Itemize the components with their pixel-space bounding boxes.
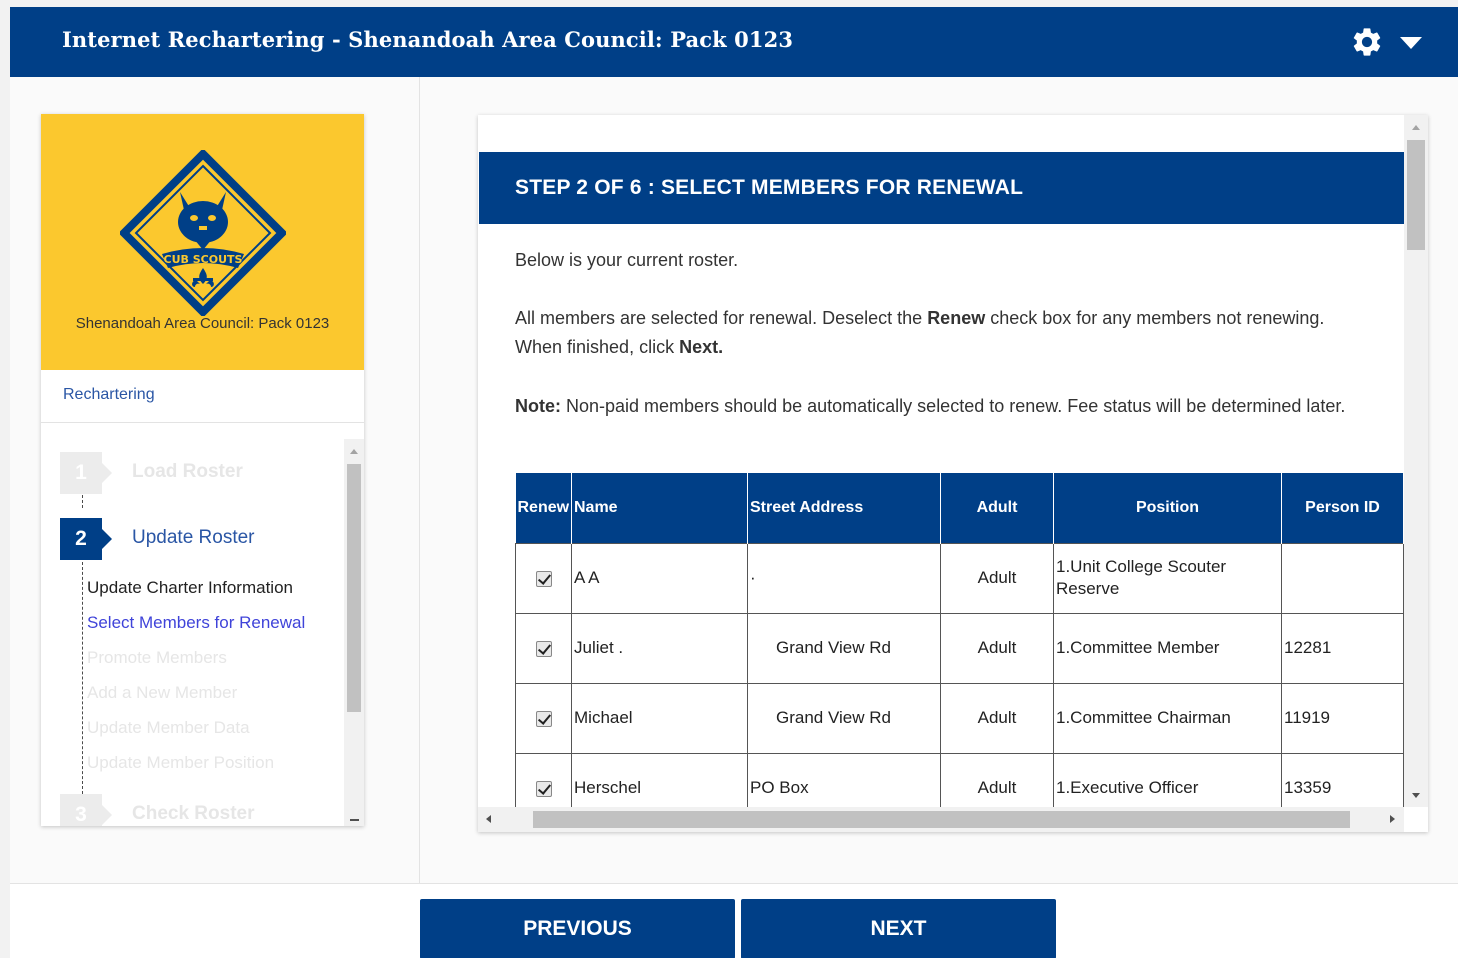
step-3-badge: 3	[60, 794, 112, 826]
table-header-row: Renew Name Street Address Adult Position…	[515, 473, 1404, 543]
gear-icon[interactable]	[1350, 25, 1384, 59]
sidebar-card: CUB SCOUTS Shenandoah Area Council: Pack…	[41, 114, 364, 826]
step-update-roster[interactable]: Update Roster	[132, 527, 255, 549]
scroll-thumb[interactable]	[347, 464, 361, 712]
caret-down-icon[interactable]	[1400, 37, 1422, 49]
svg-text:CUB SCOUTS: CUB SCOUTS	[164, 253, 243, 266]
step-connector	[82, 552, 83, 799]
recharter-app: Internet Rechartering - Shenandoah Area …	[10, 7, 1458, 958]
substep-select-members-for-renewal[interactable]: Select Members for Renewal	[87, 613, 305, 633]
scroll-thumb[interactable]	[1407, 140, 1425, 250]
address-cell: ·	[747, 542, 941, 614]
scroll-right-icon[interactable]	[1390, 815, 1395, 823]
table-row: Michael Grand View Rd Adult 1.Committee …	[515, 682, 1404, 754]
unit-banner: CUB SCOUTS Shenandoah Area Council: Pack…	[41, 114, 364, 370]
main-vertical-scrollbar[interactable]	[1404, 115, 1428, 807]
sidebar-scrollbar[interactable]	[344, 439, 364, 826]
step-header: STEP 2 OF 6 : SELECT MEMBERS FOR RENEWAL	[479, 152, 1404, 224]
scroll-down-icon[interactable]	[350, 819, 359, 821]
column-header-position[interactable]: Position	[1053, 473, 1282, 543]
position-cell: 1.Unit College Scouter Reserve	[1053, 542, 1282, 614]
main-content: STEP 2 OF 6 : SELECT MEMBERS FOR RENEWAL…	[478, 115, 1404, 807]
renew-cell	[515, 682, 572, 754]
intro-text: Below is your current roster.	[515, 250, 739, 270]
adult-cell: Adult	[940, 752, 1054, 807]
substep-promote-members: Promote Members	[87, 648, 227, 667]
column-header-street-address[interactable]: Street Address	[747, 473, 941, 543]
instruction-text: All members are selected for renewal. De…	[515, 308, 1325, 357]
renew-cell	[515, 542, 572, 614]
name-cell: Juliet .	[571, 612, 748, 684]
step-load-roster: Load Roster	[132, 461, 243, 482]
person-id-cell: 12281	[1281, 612, 1404, 684]
step-check-roster: Check Roster	[132, 803, 255, 824]
address-cell: Grand View Rd	[747, 612, 941, 684]
person-id-cell: 13359	[1281, 752, 1404, 807]
column-header-person-id[interactable]: Person ID	[1281, 473, 1404, 543]
app-title: Internet Rechartering - Shenandoah Area …	[62, 27, 794, 52]
scroll-left-icon[interactable]	[486, 815, 491, 823]
rechartering-link[interactable]: Rechartering	[63, 386, 155, 404]
step-title: STEP 2 OF 6 : SELECT MEMBERS FOR RENEWAL	[515, 176, 1024, 199]
roster-table: Renew Name Street Address Adult Position…	[515, 473, 1404, 807]
renew-cell	[515, 752, 572, 807]
renew-cell	[515, 612, 572, 684]
table-row: A A · Adult 1.Unit College Scouter Reser…	[515, 542, 1404, 614]
substep-update-member-position: Update Member Position	[87, 753, 275, 772]
step-list: 1 Load Roster 2 Update Roster Update Cha…	[41, 439, 344, 826]
step-2-badge: 2	[60, 518, 112, 560]
address-cell: PO Box	[747, 752, 941, 807]
table-row: Herschel PO Box Adult 1.Executive Office…	[515, 752, 1404, 807]
address-cell: Grand View Rd	[747, 682, 941, 754]
main-horizontal-scrollbar[interactable]	[478, 807, 1404, 832]
renew-checkbox[interactable]	[535, 570, 552, 587]
left-column: CUB SCOUTS Shenandoah Area Council: Pack…	[10, 77, 420, 883]
previous-button[interactable]: PREVIOUS	[420, 899, 735, 958]
renew-checkbox[interactable]	[535, 640, 552, 657]
cub-scouts-logo: CUB SCOUTS	[120, 150, 286, 316]
scroll-down-icon[interactable]	[1412, 793, 1420, 798]
adult-cell: Adult	[940, 682, 1054, 754]
footer-bar: PREVIOUS NEXT	[10, 883, 1458, 958]
top-bar: Internet Rechartering - Shenandoah Area …	[10, 7, 1458, 77]
next-button[interactable]: NEXT	[741, 899, 1056, 958]
position-cell: 1.Executive Officer	[1053, 752, 1282, 807]
position-cell: 1.Committee Chairman	[1053, 682, 1282, 754]
person-id-cell: 11919	[1281, 682, 1404, 754]
renew-checkbox[interactable]	[535, 780, 552, 797]
substep-update-charter-information[interactable]: Update Charter Information	[87, 578, 293, 598]
table-row: Juliet . Grand View Rd Adult 1.Committee…	[515, 612, 1404, 684]
name-cell: Michael	[571, 682, 748, 754]
main-card: STEP 2 OF 6 : SELECT MEMBERS FOR RENEWAL…	[478, 115, 1428, 832]
column-header-adult[interactable]: Adult	[940, 473, 1054, 543]
adult-cell: Adult	[940, 542, 1054, 614]
column-header-name[interactable]: Name	[571, 473, 748, 543]
step-1-badge: 1	[60, 452, 112, 494]
name-cell: A A	[571, 542, 748, 614]
adult-cell: Adult	[940, 612, 1054, 684]
renew-checkbox[interactable]	[535, 710, 552, 727]
name-cell: Herschel	[571, 752, 748, 807]
person-id-cell	[1281, 542, 1404, 614]
scroll-up-icon[interactable]	[1412, 125, 1420, 130]
divider	[41, 422, 364, 423]
scroll-thumb[interactable]	[533, 811, 1350, 828]
note-text: Note: Non-paid members should be automat…	[515, 396, 1346, 416]
substep-add-new-member: Add a New Member	[87, 683, 238, 702]
column-header-renew[interactable]: Renew	[515, 473, 572, 543]
position-cell: 1.Committee Member	[1053, 612, 1282, 684]
unit-name: Shenandoah Area Council: Pack 0123	[75, 315, 330, 332]
scroll-up-icon[interactable]	[350, 449, 358, 454]
substep-update-member-data: Update Member Data	[87, 718, 250, 737]
